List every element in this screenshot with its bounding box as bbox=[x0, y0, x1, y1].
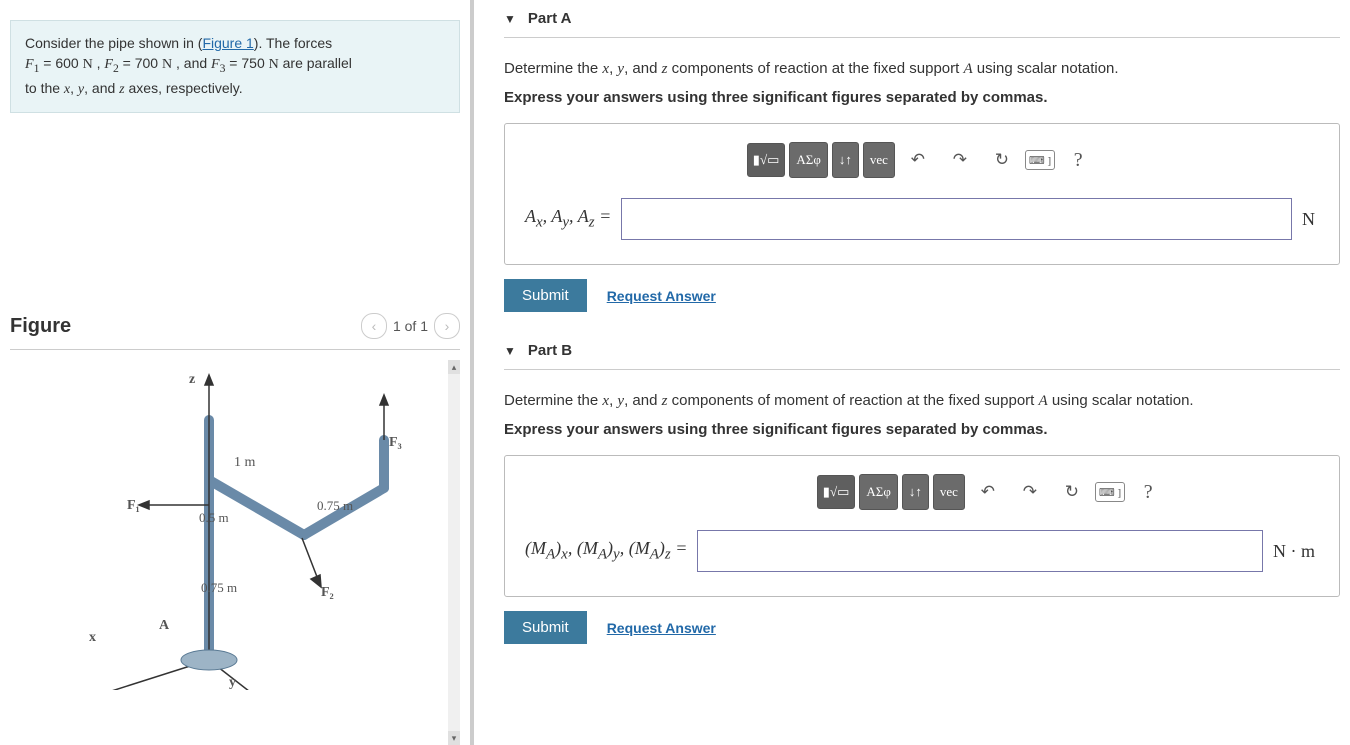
figure-area: ▴ bbox=[10, 360, 460, 745]
problem-text-1: Consider the pipe shown in ( bbox=[25, 35, 202, 51]
part-b-answer-box: ▮√▭ ΑΣφ ↓↑ vec ↶ ↷ ↻ ⌨ ] ? (MA)x, (MA)y,… bbox=[504, 455, 1340, 597]
greek-button[interactable]: ΑΣφ bbox=[859, 474, 897, 510]
axis-x-label: x bbox=[89, 630, 96, 646]
figure-pager-text: 1 of 1 bbox=[393, 318, 428, 334]
templates-button[interactable]: ▮√▭ bbox=[747, 143, 786, 177]
subscript-button[interactable]: ↓↑ bbox=[902, 474, 929, 510]
problem-statement: Consider the pipe shown in (Figure 1). T… bbox=[10, 20, 460, 113]
dim-1m-label: 1 m bbox=[234, 455, 255, 471]
part-b-answer-label: (MA)x, (MA)y, (MA)z = bbox=[519, 538, 687, 564]
greek-button[interactable]: ΑΣφ bbox=[789, 142, 827, 178]
subscript-button[interactable]: ↓↑ bbox=[832, 142, 859, 178]
axis-y-label: y bbox=[229, 675, 236, 691]
part-b-header[interactable]: ▼ Part B bbox=[504, 332, 1340, 370]
help-button[interactable]: ? bbox=[1129, 475, 1167, 509]
undo-button[interactable]: ↶ bbox=[899, 143, 937, 177]
undo-button[interactable]: ↶ bbox=[969, 475, 1007, 509]
part-a-unit: N bbox=[1302, 209, 1325, 230]
caret-down-icon: ▼ bbox=[504, 344, 516, 358]
reset-button[interactable]: ↻ bbox=[1053, 475, 1091, 509]
part-a-request-answer-link[interactable]: Request Answer bbox=[607, 288, 716, 304]
force-F3-label: F₃ bbox=[389, 435, 402, 451]
templates-button[interactable]: ▮√▭ bbox=[817, 475, 856, 509]
dim-075m-a-label: 0.75 m bbox=[201, 580, 237, 596]
part-b-title: Part B bbox=[528, 342, 572, 359]
part-b-submit-button[interactable]: Submit bbox=[504, 611, 587, 644]
figure-scroll-up[interactable]: ▴ bbox=[448, 360, 460, 374]
part-b-unit: N · m bbox=[1273, 541, 1325, 562]
part-a-answer-label: Ax, Ay, Az = bbox=[519, 206, 611, 232]
point-A-label: A bbox=[159, 618, 169, 634]
part-a-title: Part A bbox=[528, 10, 572, 27]
part-a-instruction-bold: Express your answers using three signifi… bbox=[504, 87, 1340, 110]
keyboard-button[interactable]: ⌨ ] bbox=[1025, 150, 1055, 170]
part-b-toolbar: ▮√▭ ΑΣφ ↓↑ vec ↶ ↷ ↻ ⌨ ] ? bbox=[659, 474, 1325, 510]
caret-down-icon: ▼ bbox=[504, 12, 516, 26]
vec-button[interactable]: vec bbox=[863, 142, 895, 178]
redo-button[interactable]: ↷ bbox=[1011, 475, 1049, 509]
part-a-toolbar: ▮√▭ ΑΣφ ↓↑ vec ↶ ↷ ↻ ⌨ ] ? bbox=[519, 142, 1325, 178]
dim-075m-b-label: 0.75 m bbox=[317, 498, 353, 514]
figure-diagram: z x y A F₁ F₂ F₃ 1 m 0.5 m 0.75 m 0.75 m bbox=[39, 360, 419, 690]
axis-z-label: z bbox=[189, 372, 195, 388]
figure-section-title: Figure bbox=[10, 315, 71, 338]
part-b-request-answer-link[interactable]: Request Answer bbox=[607, 620, 716, 636]
force-F1-label: F₁ bbox=[127, 498, 140, 514]
part-a-answer-box: ▮√▭ ΑΣφ ↓↑ vec ↶ ↷ ↻ ⌨ ] ? Ax, Ay, Az = … bbox=[504, 123, 1340, 265]
part-a-submit-button[interactable]: Submit bbox=[504, 279, 587, 312]
dim-05m-label: 0.5 m bbox=[199, 510, 229, 526]
part-b-answer-input[interactable] bbox=[697, 530, 1263, 572]
redo-button[interactable]: ↷ bbox=[941, 143, 979, 177]
part-b-instruction-bold: Express your answers using three signifi… bbox=[504, 419, 1340, 442]
vec-button[interactable]: vec bbox=[933, 474, 965, 510]
figure-scroll-down[interactable]: ▾ bbox=[448, 731, 460, 745]
part-a-header[interactable]: ▼ Part A bbox=[504, 0, 1340, 38]
part-a-answer-input[interactable] bbox=[621, 198, 1292, 240]
figure-prev-button[interactable]: ‹ bbox=[361, 313, 387, 339]
part-b-instruction: Determine the x, y, and z components of … bbox=[504, 390, 1340, 413]
force-F2-label: F₂ bbox=[321, 585, 334, 601]
part-a-instruction: Determine the x, y, and z components of … bbox=[504, 58, 1340, 81]
help-button[interactable]: ? bbox=[1059, 143, 1097, 177]
figure-next-button[interactable]: › bbox=[434, 313, 460, 339]
figure-link[interactable]: Figure 1 bbox=[202, 35, 253, 51]
figure-pager: ‹ 1 of 1 › bbox=[361, 313, 460, 339]
problem-text-2: ). The forces bbox=[254, 35, 332, 51]
keyboard-button[interactable]: ⌨ ] bbox=[1095, 482, 1125, 502]
reset-button[interactable]: ↻ bbox=[983, 143, 1021, 177]
